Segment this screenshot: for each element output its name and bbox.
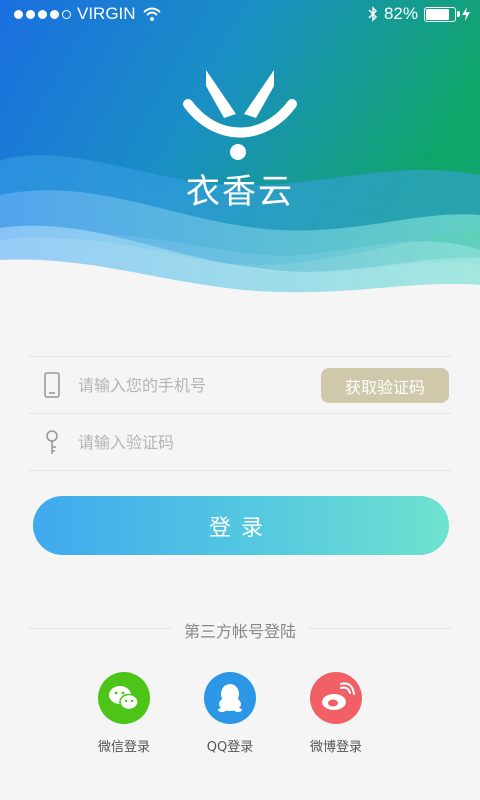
charging-icon [462, 7, 470, 21]
status-bar: VIRGIN 82% [0, 0, 480, 28]
key-icon [46, 430, 58, 454]
carrier-name: VIRGIN [77, 4, 136, 23]
code-input[interactable] [78, 428, 308, 456]
qq-icon[interactable] [204, 672, 256, 724]
phone-row: 获取验证码 [28, 356, 452, 413]
wechat-icon[interactable] [98, 672, 150, 724]
wechat-login[interactable]: 微信登录 [74, 672, 174, 755]
brand-name-logotype: 衣香云 [186, 172, 294, 212]
header-banner: VIRGIN 82% 衣香云 [0, 0, 480, 300]
login-form: 获取验证码 [28, 356, 452, 471]
code-row [28, 413, 452, 471]
battery-icon [424, 6, 460, 22]
qq-login[interactable]: QQ登录 [180, 672, 280, 755]
login-button[interactable]: 登录 [33, 496, 449, 555]
signal-strength-icon [14, 9, 71, 19]
phone-input[interactable] [78, 371, 308, 399]
phone-icon [44, 372, 60, 398]
third-party-title-wrap: 第三方帐号登陆 [0, 618, 480, 642]
get-code-button[interactable]: 获取验证码 [321, 368, 449, 403]
qq-login-label: QQ登录 [206, 740, 254, 755]
battery-percent: 82% [383, 4, 418, 23]
weibo-login-label: 微博登录 [309, 740, 362, 755]
weibo-icon[interactable] [310, 672, 362, 724]
weibo-login[interactable]: 微博登录 [286, 672, 386, 755]
bluetooth-icon [368, 6, 378, 22]
wifi-icon [142, 7, 161, 21]
app-logo: 衣香云 [176, 64, 304, 214]
wechat-login-label: 微信登录 [97, 740, 150, 755]
third-party-title: 第三方帐号登陆 [171, 622, 308, 641]
